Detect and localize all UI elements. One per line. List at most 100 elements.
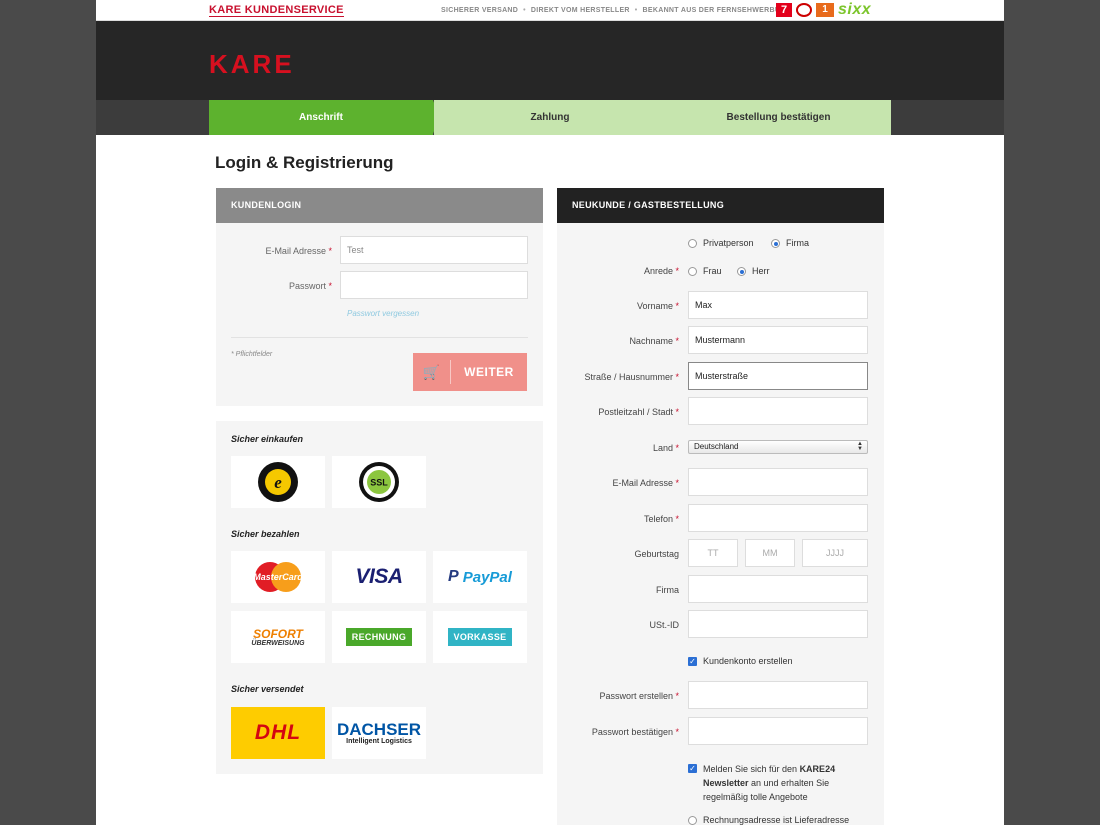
customer-service-link[interactable]: KARE KUNDENSERVICE bbox=[209, 5, 344, 17]
register-form: Privatperson Firma Anrede * Frau Herr Vo… bbox=[557, 223, 884, 825]
phone-input[interactable] bbox=[688, 504, 868, 532]
company-label: Firma bbox=[656, 585, 679, 595]
country-label: Land * bbox=[652, 443, 679, 453]
sofort-badge[interactable]: SOFORT ÜBERWEISUNG bbox=[231, 611, 325, 663]
lastname-label: Nachname * bbox=[629, 336, 679, 346]
page-frame: KARE KUNDENSERVICE SICHERER VERSAND • DIRE… bbox=[96, 0, 1004, 825]
zip-city-label: Postleitzahl / Stadt * bbox=[598, 407, 679, 417]
radio-selected-icon bbox=[737, 267, 746, 277]
lastname-input[interactable]: Mustermann bbox=[688, 326, 868, 354]
radio-icon bbox=[688, 239, 697, 249]
zip-city-input[interactable] bbox=[688, 397, 868, 425]
billing-is-shipping-option[interactable]: Rechnungsadresse ist Lieferadresse bbox=[688, 815, 849, 825]
visa-badge[interactable]: VISA bbox=[332, 551, 426, 603]
vat-input[interactable] bbox=[688, 610, 868, 638]
kabeleins-logo: 1 bbox=[816, 3, 834, 17]
street-input[interactable]: Musterstraße bbox=[688, 362, 868, 390]
mastercard-badge[interactable]: MasterCard bbox=[231, 551, 325, 603]
trust-panel: Sicher einkaufen e SSL Sicher bezahlen M… bbox=[216, 421, 543, 774]
password-confirm-input[interactable] bbox=[688, 717, 868, 745]
password-create-input[interactable] bbox=[688, 681, 868, 709]
login-heading: KUNDENLOGIN bbox=[216, 188, 543, 223]
street-label: Straße / Hausnummer * bbox=[584, 372, 679, 382]
kare-logo[interactable]: KARE bbox=[209, 49, 295, 80]
newsletter-checkbox[interactable]: ✓ Melden Sie sich für den KARE24 Newslette… bbox=[688, 762, 835, 804]
password-confirm-label: Passwort bestätigen * bbox=[591, 727, 679, 737]
customer-type-company[interactable]: Firma bbox=[771, 238, 809, 249]
step-address: Anschrift bbox=[209, 100, 433, 135]
salutation-frau[interactable]: Frau bbox=[688, 266, 722, 277]
radio-icon bbox=[688, 267, 697, 277]
newsletter-text: Melden Sie sich für den KARE24 Newsletter… bbox=[703, 764, 836, 802]
svg-text:e: e bbox=[274, 473, 282, 492]
paypal-label: PayPal bbox=[462, 568, 512, 586]
site-header: KARE bbox=[96, 21, 1004, 100]
rechnung-badge[interactable]: RECHNUNG bbox=[332, 611, 426, 663]
trusted-shops-badge[interactable]: e bbox=[231, 456, 325, 508]
checkmark-icon: ✓ bbox=[688, 764, 697, 773]
submit-label: WEITER bbox=[464, 365, 514, 379]
register-email-input[interactable] bbox=[688, 468, 868, 496]
register-heading: NEUKUNDE / GASTBESTELLUNG bbox=[557, 188, 884, 223]
trusted-shops-icon: e bbox=[258, 462, 298, 502]
radio-icon bbox=[688, 816, 697, 825]
secure-shopping-heading: Sicher einkaufen bbox=[231, 434, 304, 444]
country-value: Deutschland bbox=[694, 442, 739, 451]
dhl-label: DHL bbox=[254, 721, 302, 744]
ssl-badge[interactable]: SSL bbox=[332, 456, 426, 508]
trust-item-shipping: SICHERER VERSAND bbox=[441, 7, 519, 14]
vorkasse-badge[interactable]: VORKASSE bbox=[433, 611, 527, 663]
cart-icon: 🛒 bbox=[413, 360, 451, 384]
create-account-checkbox[interactable]: ✓ Kundenkonto erstellen bbox=[688, 656, 793, 667]
select-arrows-icon: ▲ ▼ bbox=[857, 441, 863, 452]
top-bar: KARE KUNDENSERVICE SICHERER VERSAND • DIRE… bbox=[96, 0, 1004, 21]
sixx-logo: sixx bbox=[838, 1, 872, 18]
dachser-label: DACHSER bbox=[336, 720, 422, 739]
visa-label: VISA bbox=[355, 565, 403, 588]
firstname-label: Vorname * bbox=[636, 301, 679, 311]
password-create-label: Passwort erstellen * bbox=[599, 691, 679, 701]
login-email-input[interactable]: Test bbox=[340, 236, 528, 264]
email-label: E-Mail Adresse * bbox=[612, 478, 679, 488]
customer-type-private[interactable]: Privatperson bbox=[688, 238, 754, 249]
dhl-badge[interactable]: DHL bbox=[231, 707, 325, 759]
company-input[interactable] bbox=[688, 575, 868, 603]
step-confirm: Bestellung bestätigen bbox=[666, 100, 891, 135]
birthday-label: Geburtstag bbox=[634, 549, 679, 559]
birthday-day-input[interactable]: TT bbox=[688, 539, 738, 567]
forgot-password-link[interactable]: Passwort vergessen bbox=[347, 309, 419, 318]
step-payment: Zahlung bbox=[434, 100, 666, 135]
salutation-label: Anrede * bbox=[643, 266, 679, 276]
vat-label: USt.-ID bbox=[649, 620, 679, 630]
sofort-sub-label: ÜBERWEISUNG bbox=[251, 639, 305, 647]
mastercard-icon: MasterCard bbox=[253, 562, 303, 592]
country-select[interactable]: Deutschland ▲ ▼ bbox=[688, 440, 868, 454]
secure-ship-heading: Sicher versendet bbox=[231, 684, 304, 694]
paypal-badge[interactable]: P PayPal bbox=[433, 551, 527, 603]
sofort-label: SOFORT bbox=[253, 626, 303, 641]
login-column: KUNDENLOGIN E-Mail Adresse * Test Passwo… bbox=[216, 188, 543, 774]
birthday-month-input[interactable]: MM bbox=[745, 539, 795, 567]
password-label: Passwort * bbox=[288, 281, 332, 291]
paypal-icon: P bbox=[448, 568, 459, 585]
divider bbox=[231, 337, 528, 338]
rechnung-label: RECHNUNG bbox=[345, 628, 413, 646]
radio-selected-icon bbox=[771, 239, 780, 249]
sat1-logo bbox=[796, 3, 812, 17]
trust-links: SICHERER VERSAND • DIREKT VOM HERSTELLER • B… bbox=[441, 7, 792, 14]
ssl-icon: SSL bbox=[359, 462, 399, 502]
checkout-steps: Anschrift Zahlung Bestellung bestätigen bbox=[96, 100, 1004, 135]
page-title: Login & Registrierung bbox=[215, 153, 394, 172]
register-column: NEUKUNDE / GASTBESTELLUNG Privatperson F… bbox=[557, 188, 884, 825]
dachser-badge[interactable]: DACHSER Intelligent Logistics bbox=[332, 707, 426, 759]
salutation-herr[interactable]: Herr bbox=[737, 266, 770, 277]
birthday-year-input[interactable]: JJJJ bbox=[802, 539, 868, 567]
vorkasse-label: VORKASSE bbox=[447, 628, 513, 646]
firstname-input[interactable]: Max bbox=[688, 291, 868, 319]
login-password-input[interactable] bbox=[340, 271, 528, 299]
secure-pay-heading: Sicher bezahlen bbox=[231, 529, 300, 539]
svg-text:MasterCard: MasterCard bbox=[253, 572, 303, 582]
trust-item-tv: BEKANNT AUS DER FERNSEHWERBUNG bbox=[642, 7, 792, 14]
required-note: * Pflichtfelder bbox=[231, 351, 273, 358]
login-submit-button[interactable]: 🛒 WEITER bbox=[413, 353, 527, 391]
